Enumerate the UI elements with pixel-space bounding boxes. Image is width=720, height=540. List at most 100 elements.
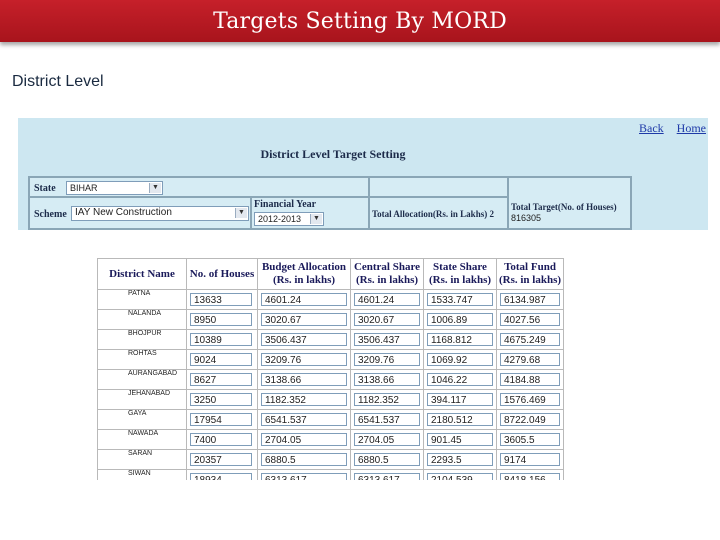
table-cell: 6313.617	[350, 469, 424, 480]
table-cell: 1069.92	[423, 349, 497, 370]
houses-input[interactable]: 20357	[190, 453, 252, 466]
table-cell: 3020.67	[350, 309, 424, 330]
budget-allocation-input[interactable]: 3138.66	[261, 373, 347, 386]
houses-input[interactable]: 17954	[190, 413, 252, 426]
state-share-input[interactable]: 901.45	[427, 433, 493, 446]
total-fund-input[interactable]: 8722.049	[500, 413, 560, 426]
houses-input[interactable]: 3250	[190, 393, 252, 406]
chevron-down-icon: ▼	[149, 183, 161, 193]
state-share-input[interactable]: 1533.747	[427, 293, 493, 306]
home-link[interactable]: Home	[677, 121, 706, 135]
table-cell: 1576.469	[496, 389, 564, 410]
scheme-select[interactable]: IAY New Construction ▼	[71, 206, 249, 221]
budget-allocation-input[interactable]: 3506.437	[261, 333, 347, 346]
panel-title: District Level Target Setting	[260, 147, 406, 161]
district-name-cell: JEHANABAD	[97, 389, 187, 410]
back-link[interactable]: Back	[639, 121, 664, 135]
total-fund-input[interactable]: 4027.56	[500, 313, 560, 326]
central-share-input[interactable]: 2704.05	[354, 433, 420, 446]
central-share-input[interactable]: 1182.352	[354, 393, 420, 406]
table-cell: 3506.437	[350, 329, 424, 350]
state-share-input[interactable]: 1006.89	[427, 313, 493, 326]
district-name-cell: PATNA	[97, 289, 187, 310]
district-name-cell: BHOJPUR	[97, 329, 187, 350]
table-cell: 4184.88	[496, 369, 564, 390]
table-header-row: District Name No. of Houses Budget Alloc…	[97, 258, 564, 290]
table-cell: 1046.22	[423, 369, 497, 390]
total-fund-input[interactable]: 1576.469	[500, 393, 560, 406]
central-share-input[interactable]: 6313.617	[354, 473, 420, 480]
total-fund-input[interactable]: 4184.88	[500, 373, 560, 386]
state-share-input[interactable]: 1069.92	[427, 353, 493, 366]
table-cell: 1006.89	[423, 309, 497, 330]
houses-input[interactable]: 8627	[190, 373, 252, 386]
state-share-input[interactable]: 1046.22	[427, 373, 493, 386]
scheme-select-value: IAY New Construction	[75, 207, 172, 218]
state-select[interactable]: BIHAR ▼	[66, 181, 163, 195]
financial-year-select[interactable]: 2012-2013 ▼	[254, 212, 324, 226]
table-cell: 10389	[186, 329, 258, 350]
screenshot-panel: Back Home District Level Target Setting …	[18, 118, 708, 230]
total-fund-input[interactable]: 9174	[500, 453, 560, 466]
central-share-input[interactable]: 3020.67	[354, 313, 420, 326]
central-share-input[interactable]: 3506.437	[354, 333, 420, 346]
table-row: SARAN 20357 6880.5 6880.5 2293.5 9174	[97, 449, 564, 470]
houses-input[interactable]: 7400	[190, 433, 252, 446]
filter-form: State BIHAR ▼ Scheme IAY New Constructio…	[28, 176, 632, 230]
budget-allocation-input[interactable]: 6880.5	[261, 453, 347, 466]
central-share-input[interactable]: 6880.5	[354, 453, 420, 466]
central-share-input[interactable]: 4601.24	[354, 293, 420, 306]
budget-allocation-input[interactable]: 6313.617	[261, 473, 347, 480]
table-cell: 3605.5	[496, 429, 564, 450]
total-target-cell: Total Target(No. of Houses) 816305	[508, 177, 631, 229]
table-row: JEHANABAD 3250 1182.352 1182.352 394.117 1576…	[97, 389, 564, 410]
table-cell: 6134.987	[496, 289, 564, 310]
total-fund-input[interactable]: 3605.5	[500, 433, 560, 446]
col-budget-allocation: Budget Allocation (Rs. in lakhs)	[257, 258, 351, 290]
table-cell: 4675.249	[496, 329, 564, 350]
budget-allocation-input[interactable]: 3020.67	[261, 313, 347, 326]
district-name-cell: NALANDA	[97, 309, 187, 330]
total-fund-input[interactable]: 4279.68	[500, 353, 560, 366]
state-cell: State BIHAR ▼	[29, 177, 369, 197]
col-state-share: State Share (Rs. in lakhs)	[423, 258, 497, 290]
houses-input[interactable]: 13633	[190, 293, 252, 306]
table-cell: 6880.5	[257, 449, 351, 470]
table-body: PATNA 13633 4601.24 4601.24 1533.747 6134.987…	[97, 289, 564, 480]
table-cell: 2293.5	[423, 449, 497, 470]
financial-year-cell: Financial Year 2012-2013 ▼	[251, 197, 369, 229]
table-cell: 4279.68	[496, 349, 564, 370]
total-fund-input[interactable]: 8418.156	[500, 473, 560, 480]
total-fund-input[interactable]: 6134.987	[500, 293, 560, 306]
central-share-input[interactable]: 3138.66	[354, 373, 420, 386]
table-row: ROHTAS 9024 3209.76 3209.76 1069.92 4279.68	[97, 349, 564, 370]
table-cell: 1182.352	[257, 389, 351, 410]
state-share-input[interactable]: 2180.512	[427, 413, 493, 426]
scheme-label: Scheme	[34, 209, 67, 220]
state-share-input[interactable]: 394.117	[427, 393, 493, 406]
scheme-cell: Scheme IAY New Construction ▼	[29, 197, 251, 229]
district-name-cell: NAWADA	[97, 429, 187, 450]
houses-input[interactable]: 18934	[190, 473, 252, 480]
budget-allocation-input[interactable]: 4601.24	[261, 293, 347, 306]
houses-input[interactable]: 9024	[190, 353, 252, 366]
total-fund-input[interactable]: 4675.249	[500, 333, 560, 346]
table-row: NAWADA 7400 2704.05 2704.05 901.45 3605.5	[97, 429, 564, 450]
financial-year-label: Financial Year	[254, 199, 317, 210]
budget-allocation-input[interactable]: 2704.05	[261, 433, 347, 446]
state-share-input[interactable]: 2104.539	[427, 473, 493, 480]
top-links: Back Home	[629, 121, 706, 136]
table-cell: 1168.812	[423, 329, 497, 350]
table-cell: 4601.24	[350, 289, 424, 310]
table-cell: 8418.156	[496, 469, 564, 480]
budget-allocation-input[interactable]: 3209.76	[261, 353, 347, 366]
central-share-input[interactable]: 3209.76	[354, 353, 420, 366]
budget-allocation-input[interactable]: 1182.352	[261, 393, 347, 406]
table-cell: 13633	[186, 289, 258, 310]
budget-allocation-input[interactable]: 6541.537	[261, 413, 347, 426]
central-share-input[interactable]: 6541.537	[354, 413, 420, 426]
houses-input[interactable]: 10389	[190, 333, 252, 346]
state-share-input[interactable]: 2293.5	[427, 453, 493, 466]
state-share-input[interactable]: 1168.812	[427, 333, 493, 346]
houses-input[interactable]: 8950	[190, 313, 252, 326]
